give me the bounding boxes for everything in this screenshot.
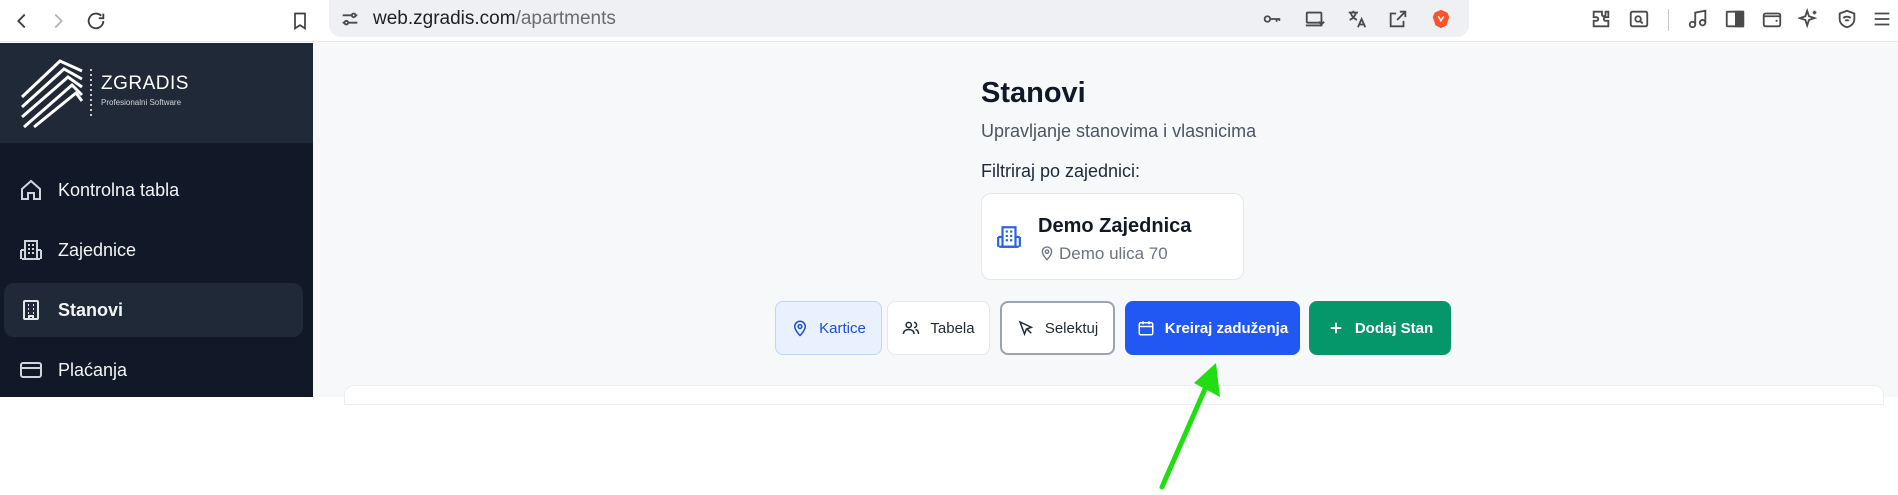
extensions-icon[interactable] [1589,5,1613,33]
install-app-icon[interactable] [1304,8,1326,30]
url-path: /apartments [515,8,616,29]
share-icon[interactable] [1387,8,1409,30]
bookmark-button[interactable] [284,5,316,37]
selektuj-label: Selektuj [1044,319,1099,337]
plus-icon [1330,322,1342,334]
translate-icon[interactable] [1346,8,1368,30]
community-name: Demo Zajednica [1038,215,1192,237]
menu-icon[interactable] [1870,5,1894,33]
music-icon[interactable] [1686,5,1710,33]
url-text: web.zgradis.com/apartments [373,8,616,30]
sidebar-toggle-icon[interactable] [1723,5,1747,33]
wallet-icon[interactable] [1760,5,1784,33]
sidebar: ZGRADIS Profesionalni Software Kontrolna… [0,43,313,397]
page-title: Stanovi [981,77,1086,109]
forward-button[interactable] [42,5,74,37]
brave-shield-icon[interactable] [1428,6,1454,32]
sidebar-item-kontrolna-tabla[interactable]: Kontrolna tabla [4,163,303,217]
map-pin-icon [1039,245,1055,261]
main-content: Stanovi Upravljanje stanovima i vlasnici… [313,43,1898,405]
kartice-view-button[interactable]: Kartice [775,301,882,355]
annotation-arrow-icon [1159,363,1220,490]
address-bar[interactable]: web.zgradis.com/apartments [329,0,1469,37]
toolbar-divider [1668,9,1669,31]
sidebar-item-label: Plaćanja [58,359,128,380]
building-icon [18,237,44,263]
content-panel [344,385,1884,405]
ai-sparkle-icon[interactable] [1797,5,1821,33]
cursor-pointer-icon [1018,320,1033,337]
map-pin-icon [794,320,807,337]
brand-tagline: Profesionalni Software [101,98,182,107]
browser-toolbar: web.zgradis.com/apartments [0,0,1898,42]
brand-name: ZGRADIS [101,73,189,94]
zgradis-logo-icon [20,59,92,129]
key-icon[interactable] [1261,8,1283,30]
apartment-building-icon [18,297,44,323]
reload-icon [87,12,105,30]
sidebar-item-label: Zajednice [58,239,137,260]
sidebar-item-stanovi[interactable]: Stanovi [4,283,303,337]
tabela-label: Tabela [930,319,975,337]
chevron-left-icon [17,13,26,29]
sidebar-item-placanja[interactable]: Plaćanja [4,343,303,397]
home-icon [18,177,44,203]
reload-button[interactable] [80,5,112,37]
tabela-view-button[interactable]: Tabela [887,301,990,355]
url-host: web.zgradis.com [373,8,516,29]
vpn-shield-icon[interactable] [1835,5,1859,33]
community-card[interactable]: Demo Zajednica Demo ulica 70 [981,193,1244,280]
sidebar-item-label: Kontrolna tabla [58,179,180,200]
building-icon [996,224,1022,250]
reader-mode-icon[interactable] [1627,5,1651,33]
sidebar-item-label: Stanovi [58,299,124,320]
dodaj-stan-button[interactable]: Dodaj Stan [1309,301,1451,355]
community-address: Demo ulica 70 [1059,244,1168,263]
calendar-icon [1138,321,1154,336]
kartice-label: Kartice [819,319,866,337]
chevron-right-icon [54,13,63,29]
kreiraj-label: Kreiraj zaduženja [1164,319,1289,337]
kreiraj-zaduzenja-button[interactable]: Kreiraj zaduženja [1125,301,1300,355]
credit-card-icon [18,357,44,383]
filter-label: Filtriraj po zajednici: [981,161,1141,181]
users-icon [903,321,920,335]
bookmark-icon [294,12,306,31]
back-button[interactable] [6,5,38,37]
site-settings-icon[interactable] [339,8,361,30]
logo-area: ZGRADIS Profesionalni Software [0,43,313,143]
selektuj-button[interactable]: Selektuj [1000,301,1115,355]
dodaj-label: Dodaj Stan [1354,319,1434,337]
sidebar-item-zajednice[interactable]: Zajednice [4,223,303,277]
page-subtitle: Upravljanje stanovima i vlasnicima [981,121,1257,141]
